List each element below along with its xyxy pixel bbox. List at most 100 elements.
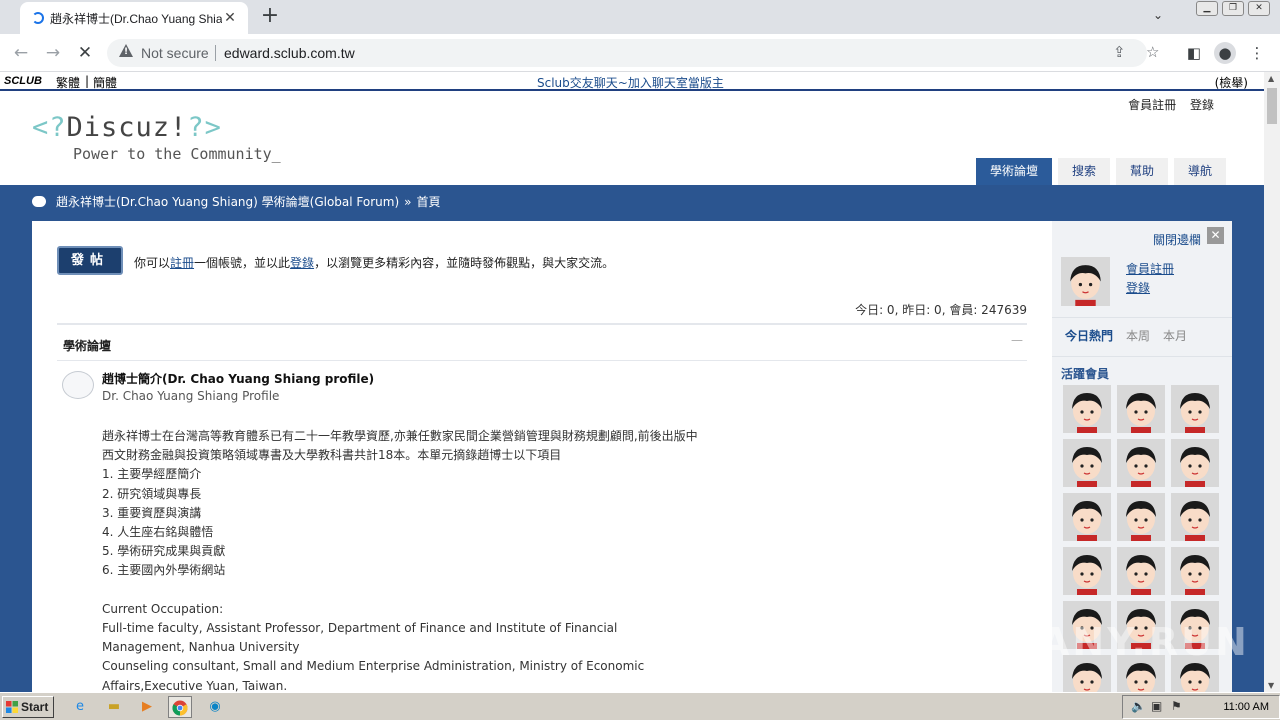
section-title[interactable]: 學術論壇 <box>63 337 111 354</box>
sidebar-login-link[interactable]: 登錄 <box>1126 279 1174 298</box>
nav-academic-forum[interactable]: 學術論壇 <box>976 158 1053 185</box>
windows-taskbar: Start e ▬ ▶ ◉ 🔈 ▣ ⚑ 11:00 AM <box>0 692 1280 720</box>
register-link[interactable]: 會員註冊 <box>1128 98 1176 112</box>
scroll-down-icon[interactable]: ▼ <box>1268 681 1274 690</box>
member-avatar[interactable] <box>1063 439 1111 487</box>
forum-description-line: Counseling consultant, Small and Medium … <box>102 659 645 674</box>
forum-description-line: Affairs,Executive Yuan, Taiwan. <box>102 678 288 692</box>
edge-icon[interactable]: ◉ <box>203 696 227 718</box>
member-avatar[interactable] <box>1171 439 1219 487</box>
header-user-links: 會員註冊 登錄 <box>1118 96 1214 113</box>
sidebar-user-links: 會員註冊 登錄 <box>1126 260 1174 298</box>
lang-traditional-link[interactable]: 繁體 <box>56 74 80 91</box>
browser-tab[interactable]: 趙永祥博士(Dr.Chao Yuang Shiang) ✕ <box>20 2 248 34</box>
tab-this-month[interactable]: 本月 <box>1163 327 1187 344</box>
member-avatar[interactable] <box>1171 547 1219 595</box>
network-icon[interactable]: ▣ <box>1151 699 1162 713</box>
member-avatar[interactable] <box>1171 493 1219 541</box>
stop-loading-icon[interactable]: ✕ <box>73 41 97 65</box>
breadcrumb-separator: » <box>404 194 412 209</box>
omnibox-divider <box>215 45 216 61</box>
address-bar[interactable]: ! Not secure edward.sclub.com.tw ⇪ ☆ <box>107 39 1159 67</box>
not-secure-label[interactable]: Not secure <box>141 45 209 61</box>
volume-icon[interactable]: 🔈 <box>1131 699 1146 713</box>
tab-this-week[interactable]: 本周 <box>1126 327 1150 344</box>
forum-title[interactable]: 趙博士簡介(Dr. Chao Yuang Shiang profile) <box>102 370 374 387</box>
member-avatar[interactable] <box>1117 493 1165 541</box>
windows-flag-icon <box>6 701 18 713</box>
maximize-icon[interactable]: ❐ <box>1222 1 1244 16</box>
tab-close-icon[interactable]: ✕ <box>222 10 238 26</box>
forum-description-line: 4. 人生座右銘與體悟 <box>102 525 214 540</box>
sclub-promo-link[interactable]: Sclub交友聊天~加入聊天室當版主 <box>537 74 724 91</box>
web-page: SCLUB 繁體 | 簡體 Sclub交友聊天~加入聊天室當版主 (檢舉) 會員… <box>0 72 1264 692</box>
start-button[interactable]: Start <box>2 696 54 718</box>
nav-help[interactable]: 幫助 <box>1116 158 1169 185</box>
notice-login-link[interactable]: 登錄 <box>290 256 314 270</box>
sclub-logo[interactable]: SCLUB <box>4 75 42 87</box>
tab-search-chevron-icon[interactable]: ⌄ <box>1153 8 1163 22</box>
sidebar-icon[interactable]: ◧ <box>1183 42 1205 64</box>
kebab-menu-icon[interactable]: ⋮ <box>1246 42 1268 64</box>
lang-divider: | <box>85 74 90 88</box>
minimize-icon[interactable]: ▁ <box>1196 1 1218 16</box>
avatar-face-icon <box>1061 257 1110 306</box>
avatar[interactable] <box>1061 257 1110 306</box>
browser-toolbar: ← → ✕ ! Not secure edward.sclub.com.tw ⇪… <box>0 34 1280 72</box>
forum-description-line: 1. 主要學經歷簡介 <box>102 467 202 482</box>
member-avatar[interactable] <box>1117 439 1165 487</box>
divider <box>1052 356 1232 357</box>
chrome-icon[interactable] <box>168 696 192 718</box>
share-icon[interactable]: ⇪ <box>1113 43 1126 61</box>
media-player-icon[interactable]: ▶ <box>135 696 159 718</box>
sidebar-register-link[interactable]: 會員註冊 <box>1126 260 1174 279</box>
url-text[interactable]: edward.sclub.com.tw <box>224 45 355 61</box>
browser-tab-strip: 趙永祥博士(Dr.Chao Yuang Shiang) ✕ + ⌄ ▁ ❐ ✕ <box>0 0 1280 34</box>
forum-description-line: 6. 主要國內外學術網站 <box>102 563 226 578</box>
breadcrumb-home[interactable]: 首頁 <box>417 193 441 210</box>
member-avatar[interactable] <box>1063 385 1111 433</box>
star-icon[interactable]: ☆ <box>1146 43 1159 61</box>
profile-icon[interactable]: ● <box>1214 42 1236 64</box>
member-avatar[interactable] <box>1171 385 1219 433</box>
forum-bubble-icon <box>62 371 94 399</box>
discuz-logo[interactable]: <?Discuz!?> <box>32 112 222 143</box>
folder-icon[interactable]: ▬ <box>102 696 126 718</box>
member-avatar[interactable] <box>1063 493 1111 541</box>
flag-icon[interactable]: ⚑ <box>1171 699 1182 713</box>
ie-icon[interactable]: e <box>68 696 92 718</box>
divider <box>1052 317 1232 318</box>
member-avatar[interactable] <box>1063 547 1111 595</box>
scroll-thumb[interactable] <box>1267 88 1277 124</box>
report-link[interactable]: (檢舉) <box>1215 74 1248 91</box>
member-avatar[interactable] <box>1117 385 1165 433</box>
new-tab-button[interactable]: + <box>258 4 282 28</box>
close-icon[interactable]: ✕ <box>1207 227 1224 244</box>
close-window-icon[interactable]: ✕ <box>1248 1 1270 16</box>
loading-spinner-icon <box>32 12 44 24</box>
lang-simplified-link[interactable]: 簡體 <box>93 74 117 91</box>
forward-arrow-icon[interactable]: → <box>41 41 65 65</box>
forum-description-line: 2. 研究領域與專長 <box>102 486 202 501</box>
back-arrow-icon[interactable]: ← <box>9 41 33 65</box>
new-post-button[interactable]: 發帖 <box>57 246 123 275</box>
notice-register-link[interactable]: 註冊 <box>170 256 194 270</box>
close-sidebar-link[interactable]: 關閉邊欄 <box>1153 231 1201 248</box>
page-scrollbar[interactable]: ▲ ▼ <box>1264 72 1280 692</box>
breadcrumb-forum[interactable]: 趙永祥博士(Dr.Chao Yuang Shiang) 學術論壇(Global … <box>56 193 399 210</box>
nav-search[interactable]: 搜索 <box>1058 158 1111 185</box>
breadcrumb: 趙永祥博士(Dr.Chao Yuang Shiang) 學術論壇(Global … <box>32 193 441 210</box>
collapse-icon[interactable]: — <box>1011 333 1023 347</box>
active-members-title: 活躍會員 <box>1061 367 1110 381</box>
window-controls: ▁ ❐ ✕ <box>1196 1 1270 16</box>
section-header: 學術論壇 — <box>57 323 1027 361</box>
member-avatar[interactable] <box>1117 547 1165 595</box>
forum-description-line: 西文財務金融與投資策略領域專書及大學教科書共計18本。本單元摘錄趙博士以下項目 <box>102 448 562 463</box>
tab-today-hot[interactable]: 今日熱門 <box>1065 327 1113 344</box>
start-label: Start <box>21 700 49 714</box>
login-link[interactable]: 登錄 <box>1190 98 1214 112</box>
scroll-up-icon[interactable]: ▲ <box>1268 74 1274 83</box>
nav-navigation[interactable]: 導航 <box>1174 158 1227 185</box>
forum-stats: 今日: 0, 昨日: 0, 會員: 247639 <box>855 303 1027 317</box>
guest-notice: 你可以註冊一個帳號，並以此登錄，以瀏覽更多精彩內容，並隨時發佈觀點，與大家交流。 <box>134 256 615 270</box>
